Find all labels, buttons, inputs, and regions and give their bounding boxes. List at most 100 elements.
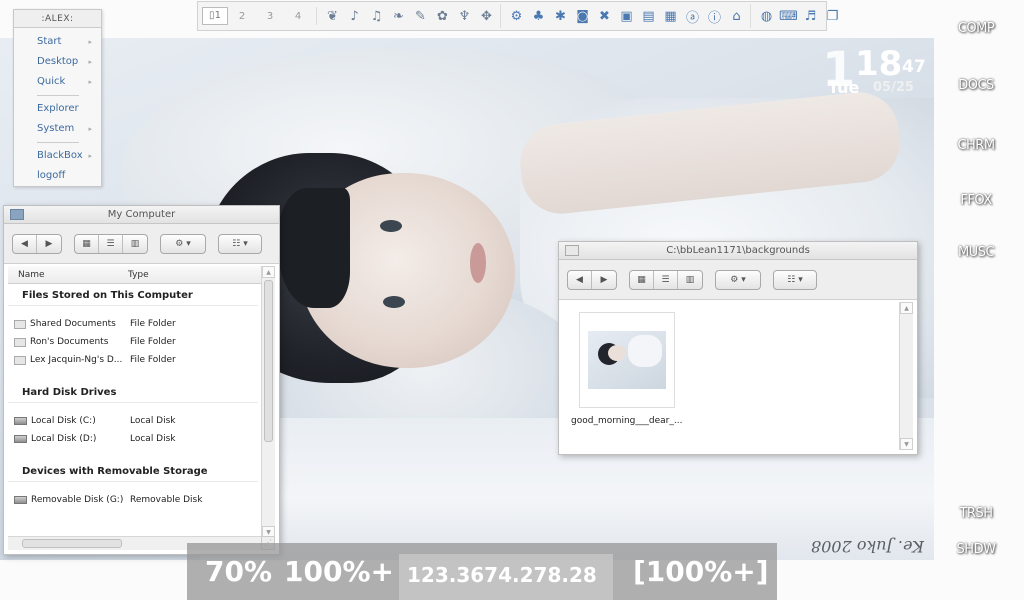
list-item[interactable]: Lex Jacquin-Ng's D... File Folder <box>8 351 264 369</box>
workspace-3-button[interactable]: 3 <box>256 11 284 22</box>
menu-item-desktop[interactable]: Desktop ▸ <box>14 52 101 72</box>
vertical-scrollbar[interactable]: ▲ ▼ <box>261 266 275 538</box>
arrange-menu-button[interactable]: ☷ ▾ <box>774 271 816 289</box>
clock-seconds: 47 <box>902 57 926 77</box>
status-bar: 70% 100%+ 123.3674.278.28 [100%+] <box>187 543 777 600</box>
action-menu-button[interactable]: ⚙ ▾ <box>161 235 205 253</box>
menu-item-logoff[interactable]: logoff <box>14 166 101 186</box>
submenu-arrow-icon: ▸ <box>88 152 92 160</box>
shortcut-shdw[interactable]: SHDW <box>946 542 1006 557</box>
menu-item-start[interactable]: Start ▸ <box>14 32 101 52</box>
list-icon: ☰ <box>106 238 115 249</box>
clock-minutes: 18 <box>855 44 903 84</box>
list-item[interactable]: Local Disk (C:) Local Disk <box>8 412 264 430</box>
arrange-menu: ☷ ▾ <box>773 269 817 290</box>
ribbon-icon[interactable]: ♆ <box>455 7 474 26</box>
keyboard-icon[interactable]: ⌨ <box>779 7 798 26</box>
file-caption[interactable]: good_morning___dear_... <box>571 416 682 426</box>
display-icon[interactable]: ▤ <box>639 7 658 26</box>
menu-item-system[interactable]: System ▸ <box>14 119 101 139</box>
drive-icon <box>14 435 27 443</box>
cpu-meter: 70% <box>205 555 273 588</box>
folder-icon <box>565 245 579 256</box>
column-type[interactable]: Type <box>128 266 149 283</box>
ip-address: 123.3674.278.28 <box>407 563 597 587</box>
vertical-scrollbar[interactable]: ▲ ▼ <box>899 302 913 450</box>
list-item[interactable]: Ron's Documents File Folder <box>8 333 264 351</box>
ribbon-icon[interactable]: ♫ <box>367 7 386 26</box>
globe-icon[interactable]: ◍ <box>757 7 776 26</box>
list-item[interactable]: Removable Disk (G:) Removable Disk <box>8 491 264 509</box>
shortcut-comp[interactable]: COMP <box>946 21 1006 36</box>
memory-meter: 100%+ <box>284 555 394 588</box>
list-item[interactable]: Shared Documents File Folder <box>8 315 264 333</box>
network-icon[interactable]: ⚙ <box>507 7 526 26</box>
shortcut-trsh[interactable]: TRSH <box>946 506 1006 521</box>
columns-icon: ▥ <box>130 238 140 249</box>
bluetooth-icon[interactable]: ✱ <box>551 7 570 26</box>
ribbon-icon[interactable]: ✥ <box>477 7 496 26</box>
scroll-thumb[interactable] <box>22 539 122 548</box>
arrange-menu-button[interactable]: ☷ ▾ <box>219 235 261 253</box>
users-icon[interactable]: ♣ <box>529 7 548 26</box>
wireless-icon[interactable]: ◙ <box>573 7 592 26</box>
workspace-1-button[interactable]: ▯1 <box>202 7 228 25</box>
info-icon[interactable]: ⓘ <box>705 7 724 26</box>
action-menu-button[interactable]: ⚙ ▾ <box>716 271 760 289</box>
scroll-up-icon[interactable]: ▲ <box>262 266 275 278</box>
columns-icon: ▥ <box>685 274 695 285</box>
scroll-down-icon[interactable]: ▼ <box>900 438 913 450</box>
arrow-left-icon: ◀ <box>576 274 583 285</box>
icon-view-button[interactable]: ▦ <box>630 270 654 289</box>
desktop-clock: 1 18 47 Tue 05/25 <box>822 42 932 104</box>
ribbon-icon[interactable]: ✿ <box>433 7 452 26</box>
image-thumbnail[interactable] <box>579 312 675 408</box>
column-header: Name Type <box>8 266 264 284</box>
ribbon-icon[interactable]: ❧ <box>389 7 408 26</box>
list-view-button[interactable]: ☰ <box>99 234 123 253</box>
ribbon-icon[interactable]: ♪ <box>345 7 364 26</box>
shortcut-docs[interactable]: DOCS <box>946 78 1006 93</box>
scroll-up-icon[interactable]: ▲ <box>900 302 913 314</box>
list-item[interactable]: Local Disk (D:) Local Disk <box>8 430 264 448</box>
ribbon-icon[interactable]: ✎ <box>411 7 430 26</box>
column-view-button[interactable]: ▥ <box>678 271 702 289</box>
screen-icon[interactable]: ▦ <box>661 7 680 26</box>
wallpaper-lips <box>470 243 486 283</box>
workspace-2-button[interactable]: 2 <box>228 11 256 22</box>
system-tray-group: ⚙ ♣ ✱ ◙ ✖ ▣ ▤ ▦ ⓐ ⓘ ⌂ <box>503 4 751 28</box>
quicklaunch-group: ❦ ♪ ♫ ❧ ✎ ✿ ♆ ✥ <box>319 4 501 28</box>
home-icon[interactable]: ⌂ <box>727 7 746 26</box>
back-button[interactable]: ◀ <box>568 270 592 289</box>
forward-button[interactable]: ▶ <box>592 271 616 289</box>
info-icon[interactable]: ⓐ <box>683 7 702 26</box>
top-toolbar: ▯1 2 3 4 ❦ ♪ ♫ ❧ ✎ ✿ ♆ ✥ ⚙ ♣ ✱ ◙ ✖ ▣ ▤ ▦… <box>197 1 838 31</box>
menu-item-quick[interactable]: Quick ▸ <box>14 72 101 92</box>
volume-icon[interactable]: ♬ <box>801 7 820 26</box>
column-view-button[interactable]: ▥ <box>123 235 147 253</box>
shortcut-musc[interactable]: MUSC <box>946 245 1006 260</box>
menu-separator <box>37 142 79 143</box>
arrow-right-icon: ▶ <box>600 274 608 285</box>
menu-item-blackbox[interactable]: BlackBox ▸ <box>14 146 101 166</box>
window-titlebar[interactable]: My Computer <box>4 206 279 224</box>
monitor-icon[interactable]: ▣ <box>617 7 636 26</box>
list-view-button[interactable]: ☰ <box>654 270 678 289</box>
icon-view-button[interactable]: ▦ <box>75 234 99 253</box>
shortcut-ffox[interactable]: FFOX <box>946 193 1006 208</box>
back-button[interactable]: ◀ <box>13 234 37 253</box>
shortcut-chrm[interactable]: CHRM <box>946 138 1006 153</box>
sort-icon: ☷ ▾ <box>232 238 248 249</box>
firewall-icon[interactable]: ✖ <box>595 7 614 26</box>
clock-weekday: Tue <box>828 78 860 97</box>
column-name[interactable]: Name <box>8 266 128 283</box>
menu-item-explorer[interactable]: Explorer <box>14 99 101 119</box>
window-titlebar[interactable]: C:\bbLean1171\backgrounds <box>559 242 917 260</box>
arrange-menu: ☷ ▾ <box>218 233 262 254</box>
forward-button[interactable]: ▶ <box>37 235 61 253</box>
scroll-thumb[interactable] <box>264 280 273 442</box>
ribbon-icon[interactable]: ❦ <box>323 7 342 26</box>
workspace-4-button[interactable]: 4 <box>284 11 312 22</box>
arrow-right-icon: ▶ <box>45 238 53 249</box>
window-icon[interactable]: ❐ <box>823 7 842 26</box>
